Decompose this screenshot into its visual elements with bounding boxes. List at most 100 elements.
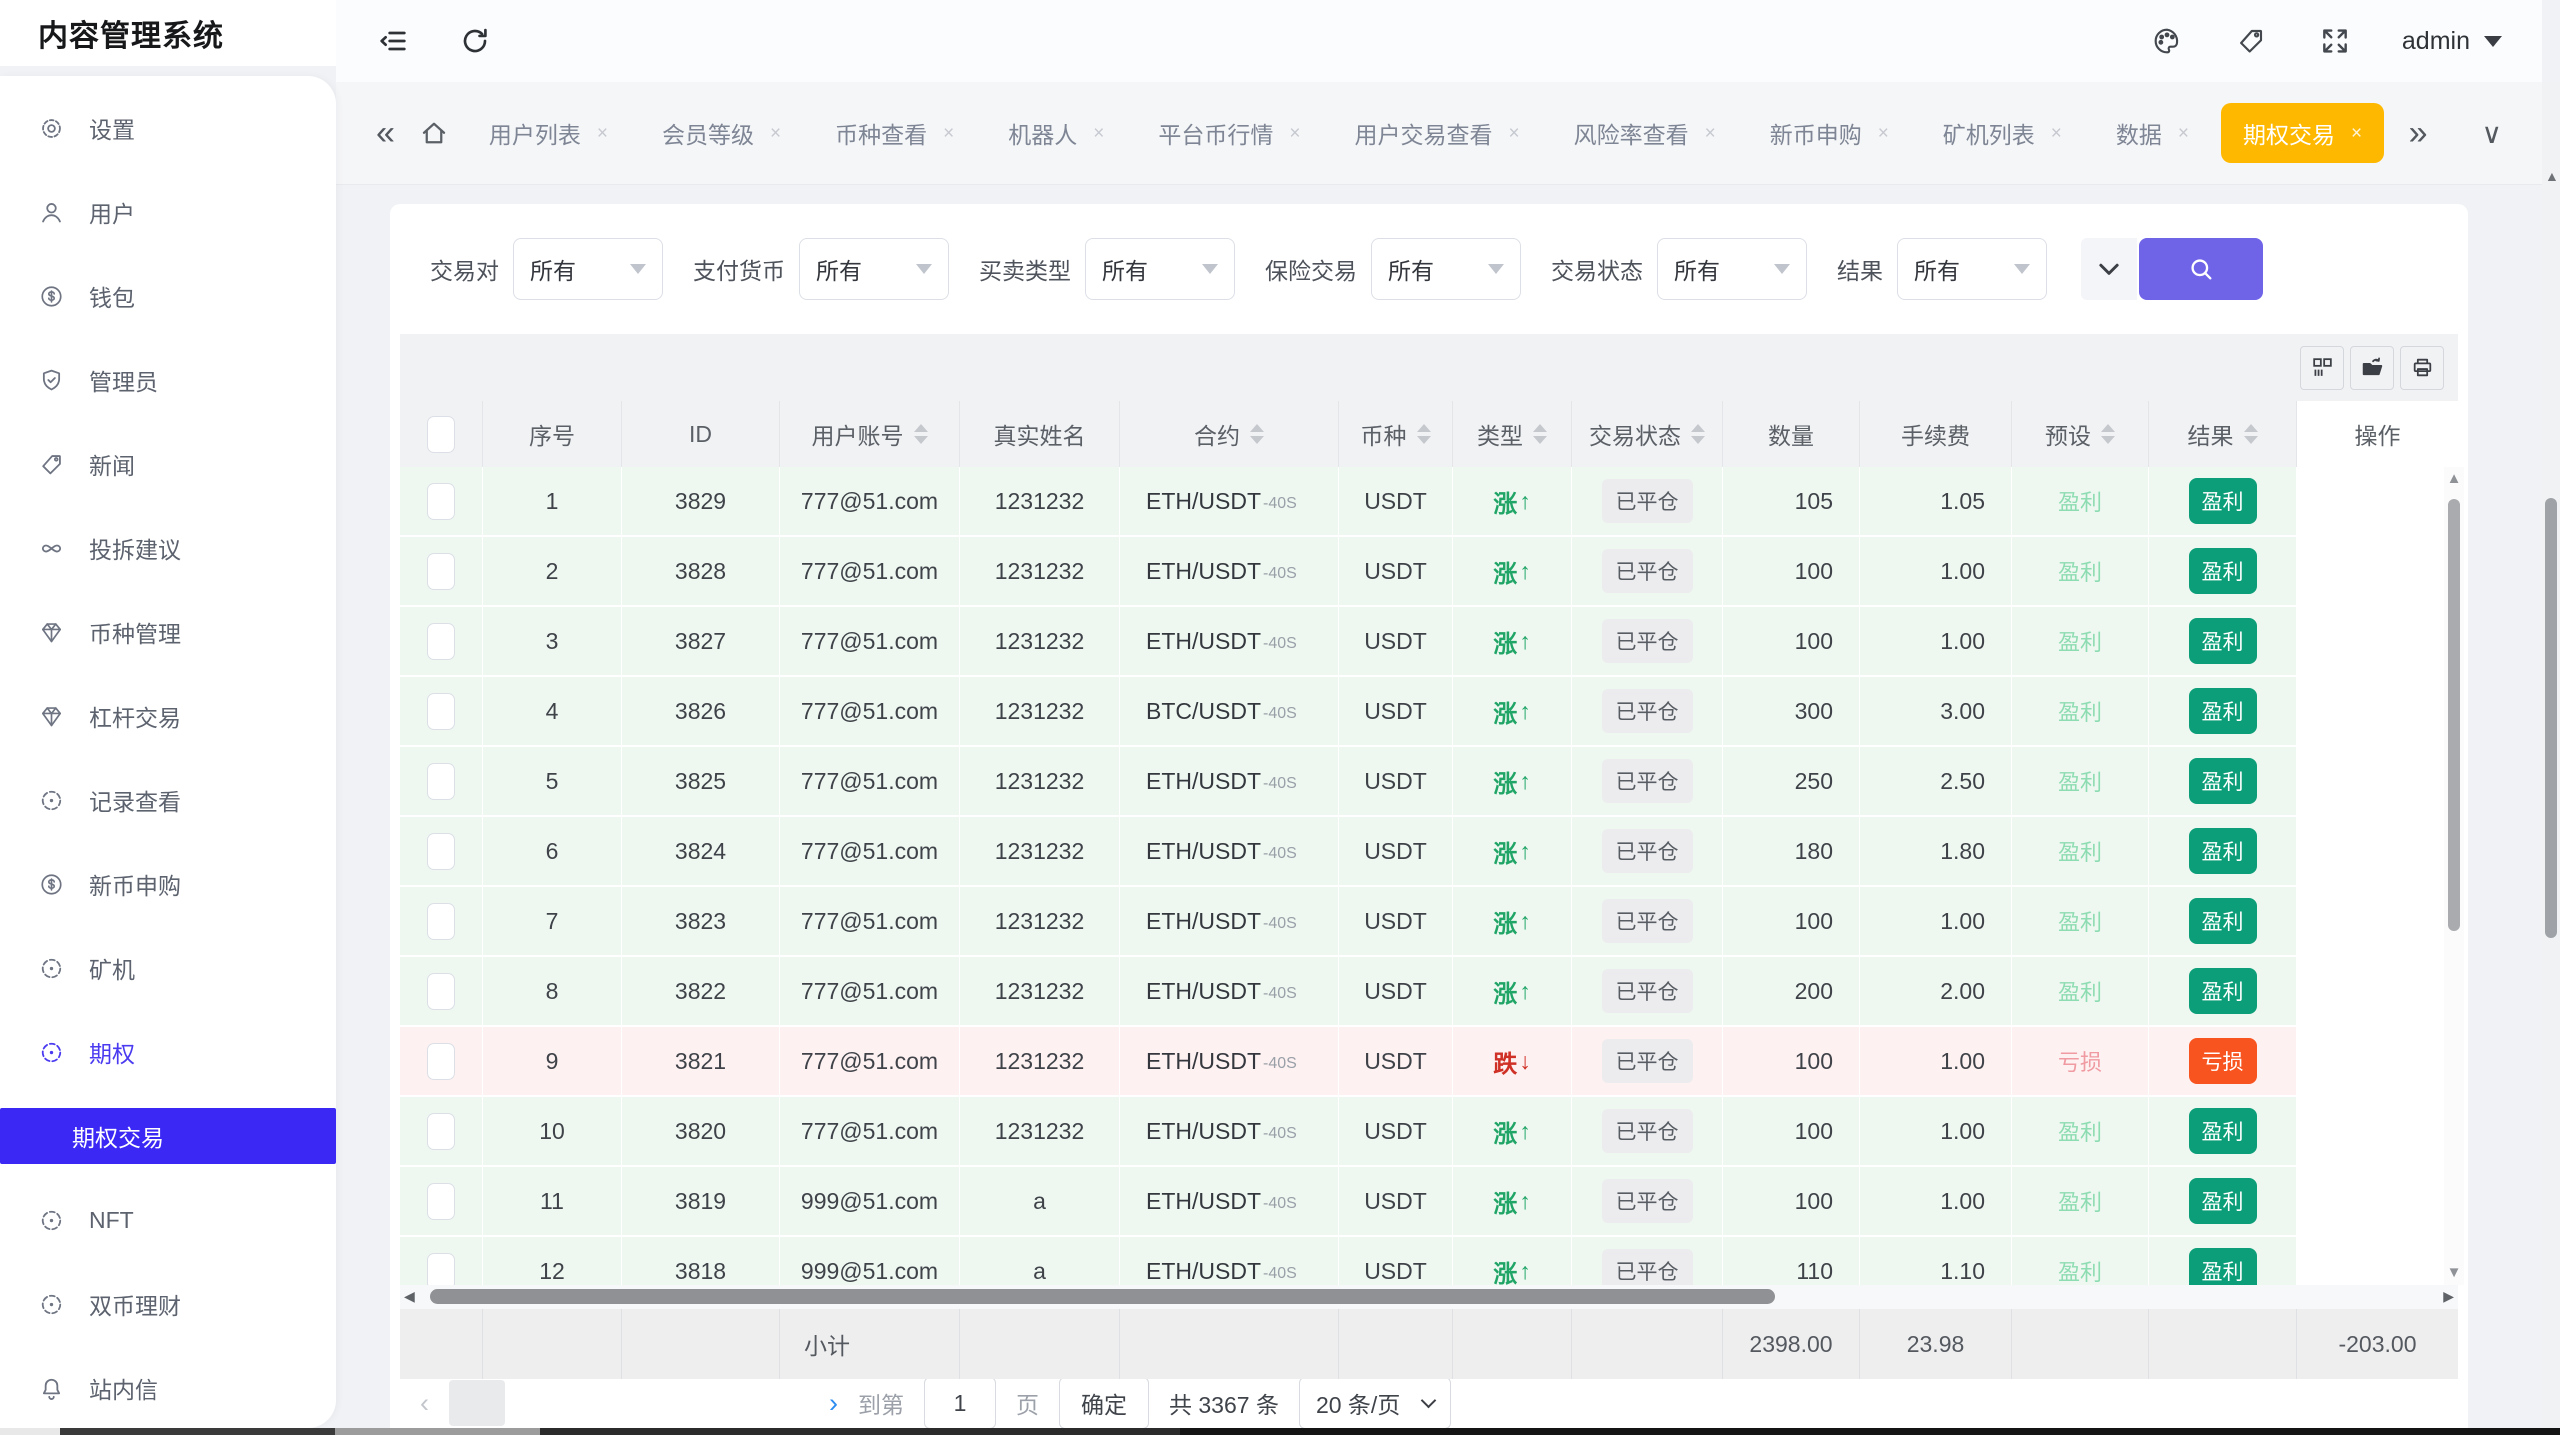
tab[interactable]: 新币申购 ×: [1748, 103, 1911, 163]
scroll-right-icon[interactable]: ▶: [2443, 1288, 2454, 1305]
tab[interactable]: 机器人 ×: [986, 103, 1126, 163]
page-number[interactable]: [525, 1380, 581, 1426]
column-header[interactable]: 用户账号: [780, 401, 960, 467]
close-icon[interactable]: ×: [2051, 124, 2062, 143]
scrollbar-thumb[interactable]: [2448, 499, 2460, 931]
row-checkbox[interactable]: [427, 763, 455, 800]
close-icon[interactable]: ×: [2178, 124, 2189, 143]
column-header[interactable]: 操作: [2297, 401, 2458, 467]
column-header[interactable]: ID: [622, 401, 780, 467]
close-icon[interactable]: ×: [1878, 124, 1889, 143]
sidebar-item[interactable]: 双币理财: [0, 1262, 336, 1346]
column-header[interactable]: 结果: [2149, 401, 2297, 467]
row-checkbox[interactable]: [427, 973, 455, 1010]
column-header[interactable]: 币种: [1339, 401, 1453, 467]
close-icon[interactable]: ×: [1093, 124, 1104, 143]
sidebar-item[interactable]: 记录查看: [0, 758, 336, 842]
column-header[interactable]: 合约: [1120, 401, 1339, 467]
close-icon[interactable]: ×: [770, 124, 781, 143]
row-checkbox[interactable]: [427, 833, 455, 870]
header-button[interactable]: [2234, 24, 2268, 58]
tab[interactable]: 币种查看 ×: [813, 103, 976, 163]
column-header[interactable]: 类型: [1453, 401, 1572, 467]
select-all-checkbox[interactable]: [427, 416, 455, 453]
column-header[interactable]: 序号: [483, 401, 622, 467]
row-checkbox[interactable]: [427, 1183, 455, 1220]
table-tool-button[interactable]: [2400, 346, 2444, 390]
sort-icon[interactable]: [1533, 424, 1547, 444]
page-size-select[interactable]: 20 条/页: [1299, 1377, 1451, 1429]
row-checkbox[interactable]: [427, 1043, 455, 1080]
column-header[interactable]: 交易状态: [1572, 401, 1723, 467]
scroll-up-icon[interactable]: ▲: [2545, 168, 2559, 184]
page-number[interactable]: [449, 1380, 505, 1426]
tab[interactable]: 矿机列表 ×: [1921, 103, 2084, 163]
filter-select[interactable]: 所有: [1897, 238, 2047, 300]
sidebar-item[interactable]: NFT: [0, 1178, 336, 1262]
table-tool-button[interactable]: [2300, 346, 2344, 390]
scrollbar-thumb[interactable]: [430, 1289, 1775, 1304]
sidebar-item[interactable]: 期权交易: [0, 1108, 336, 1164]
sort-icon[interactable]: [2101, 424, 2115, 444]
row-checkbox[interactable]: [427, 483, 455, 520]
sidebar-item[interactable]: 投拆建议: [0, 506, 336, 590]
close-icon[interactable]: ×: [597, 124, 608, 143]
header-button[interactable]: [458, 24, 492, 58]
tab[interactable]: 期权交易 ×: [2221, 103, 2384, 163]
sidebar-item[interactable]: 矿机: [0, 926, 336, 1010]
row-checkbox[interactable]: [427, 1113, 455, 1150]
column-header[interactable]: 预设: [2012, 401, 2149, 467]
sort-icon[interactable]: [1250, 424, 1264, 444]
row-checkbox[interactable]: [427, 903, 455, 940]
page-scrollbar[interactable]: ▲: [2542, 82, 2560, 1435]
sidebar-item[interactable]: 新币申购: [0, 842, 336, 926]
tab[interactable]: 平台币行情 ×: [1136, 103, 1322, 163]
close-icon[interactable]: ×: [2351, 124, 2362, 143]
scroll-down-icon[interactable]: ▼: [2447, 1261, 2462, 1285]
sidebar-item[interactable]: 管理员: [0, 338, 336, 422]
page-number[interactable]: [677, 1380, 733, 1426]
row-checkbox[interactable]: [427, 553, 455, 590]
tabs-collapse-icon[interactable]: ∨: [2472, 117, 2513, 150]
tab[interactable]: 数据 ×: [2094, 103, 2211, 163]
close-icon[interactable]: ×: [1508, 124, 1519, 143]
filter-select[interactable]: 所有: [799, 238, 949, 300]
sidebar-item[interactable]: 钱包: [0, 254, 336, 338]
sidebar-item[interactable]: 用户: [0, 170, 336, 254]
sidebar-item[interactable]: 站内信: [0, 1346, 336, 1428]
sidebar-item[interactable]: 币种管理: [0, 590, 336, 674]
goto-confirm-button[interactable]: 确定: [1059, 1377, 1149, 1429]
tab[interactable]: 用户交易查看 ×: [1332, 103, 1541, 163]
column-header[interactable]: 手续费: [1860, 401, 2012, 467]
table-horizontal-scrollbar[interactable]: ◀ ▶: [400, 1285, 2458, 1309]
row-checkbox[interactable]: [427, 1253, 455, 1286]
filter-select[interactable]: 所有: [513, 238, 663, 300]
close-icon[interactable]: ×: [943, 124, 954, 143]
filter-select[interactable]: 所有: [1085, 238, 1235, 300]
close-icon[interactable]: ×: [1705, 124, 1716, 143]
sidebar-item[interactable]: 设置: [0, 86, 336, 170]
next-page-icon[interactable]: ›: [829, 1388, 838, 1419]
row-checkbox[interactable]: [427, 693, 455, 730]
search-button[interactable]: [2139, 238, 2263, 300]
sort-icon[interactable]: [914, 424, 928, 444]
sidebar-item[interactable]: 新闻: [0, 422, 336, 506]
sort-icon[interactable]: [2244, 424, 2258, 444]
prev-page-icon[interactable]: ‹: [420, 1388, 429, 1419]
tabs-scroll-right-icon[interactable]: »: [2399, 114, 2438, 153]
tab[interactable]: 风险率查看 ×: [1552, 103, 1738, 163]
row-checkbox[interactable]: [427, 623, 455, 660]
page-number[interactable]: [601, 1380, 657, 1426]
more-filters-button[interactable]: [2081, 238, 2137, 300]
scroll-left-icon[interactable]: ◀: [404, 1288, 415, 1305]
goto-page-input[interactable]: [924, 1377, 996, 1429]
column-header[interactable]: 真实姓名: [960, 401, 1120, 467]
header-button[interactable]: [2150, 24, 2184, 58]
tabs-scroll-left-icon[interactable]: «: [366, 114, 405, 153]
user-menu[interactable]: admin: [2402, 27, 2502, 56]
close-icon[interactable]: ×: [1289, 124, 1300, 143]
sidebar-item[interactable]: 杠杆交易: [0, 674, 336, 758]
filter-select[interactable]: 所有: [1657, 238, 1807, 300]
page-number[interactable]: [753, 1380, 809, 1426]
tab[interactable]: 用户列表 ×: [467, 103, 630, 163]
